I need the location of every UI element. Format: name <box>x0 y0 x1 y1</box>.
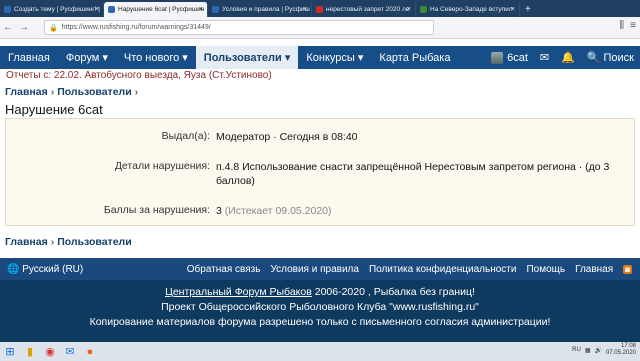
library-icon[interactable]: ⫼ <box>620 20 625 31</box>
address-bar[interactable]: 🔒 https://www.rusfishing.ru/forum/warnin… <box>44 20 434 35</box>
points-label: Баллы за нарушения: <box>103 204 210 216</box>
issued-by-label: Выдал(а): <box>161 130 210 142</box>
back-icon[interactable]: ← <box>0 22 16 33</box>
footer-link[interactable]: Обратная связь <box>187 264 261 275</box>
breadcrumb-home[interactable]: Главная <box>5 86 48 98</box>
url-text: https://www.rusfishing.ru/forum/warnings… <box>61 24 211 31</box>
browser-toolbar: ← → 🔒 https://www.rusfishing.ru/forum/wa… <box>0 17 640 39</box>
explorer-icon[interactable]: ▮ <box>20 343 40 360</box>
notice-banner[interactable]: Отчеты с: 22.02. Автобусного выезда, Яуз… <box>6 70 272 81</box>
footer-forum-link[interactable]: Центральный Форум Рыбаков <box>165 286 312 298</box>
notice-prefix: Отчеты с: <box>6 70 52 81</box>
violation-value: п.4.8 Использование снасти запрещённой Н… <box>216 161 610 187</box>
browser-tab[interactable]: Создать тему | Русфишинг! | × <box>0 2 104 17</box>
user-menu[interactable]: 6cat <box>485 46 534 69</box>
browser-tab-title: На Северо-Западе вступил <box>430 6 513 13</box>
violation-label: Детали нарушения: <box>114 160 210 172</box>
nav-item[interactable]: Что нового ▾ <box>116 46 196 69</box>
browser-tab-title: Нарушение 6cat | Русфишин <box>118 6 205 13</box>
favicon-icon <box>212 6 219 13</box>
close-tab-icon[interactable]: × <box>511 6 515 13</box>
browser-tab[interactable]: На Северо-Западе вступил × <box>416 2 520 17</box>
new-tab-button[interactable]: + <box>520 2 536 17</box>
clock-date: 07.05.2020 <box>605 350 636 356</box>
system-tray: RU ▦ 🔊 17:08 07.05.2020 <box>572 343 636 357</box>
site-navigation: Главная Форум ▾ Что нового ▾ Пользователи ▾… <box>0 46 640 69</box>
breadcrumb-separator: › <box>50 86 55 98</box>
input-language[interactable]: RU <box>572 347 581 353</box>
taskbar: ⊞ ▮ ◉ ✉ ● RU ▦ 🔊 17:08 07.05.2020 <box>0 342 640 361</box>
browser-tab[interactable]: нерестовый запрет 2020 ле × <box>312 2 416 17</box>
mail-icon[interactable]: ✉ <box>60 343 80 360</box>
footer-line-1-text: 2006-2020 , Рыбалка без границ! <box>311 286 475 298</box>
footer-link[interactable]: Помощь <box>526 264 565 275</box>
warning-details-panel: Выдал(а): Модератор · Сегодня в 08:40 Де… <box>5 118 635 226</box>
footer-body: Центральный Форум Рыбаков 2006-2020 , Ры… <box>0 280 640 342</box>
rss-icon[interactable]: ◙ <box>623 264 632 274</box>
breadcrumb: Главная › Пользователи › <box>5 86 141 98</box>
inbox-icon[interactable]: ✉ <box>534 46 555 69</box>
nav-item[interactable]: Конкурсы ▾ <box>298 46 371 69</box>
points-value: 3 <box>216 205 222 217</box>
close-tab-icon[interactable]: × <box>95 6 99 13</box>
nav-item[interactable]: Главная <box>0 46 58 69</box>
breadcrumb-separator: › <box>134 86 139 98</box>
breadcrumb-separator: › <box>50 236 55 248</box>
page-title: Нарушение 6cat <box>5 102 103 117</box>
footer-link[interactable]: Главная <box>575 264 613 275</box>
notice-text: 22.02. Автобусного выезда, Яуза (Ст.Усти… <box>51 70 272 81</box>
favicon-icon <box>108 6 115 13</box>
menu-icon[interactable]: ≡ <box>630 20 636 31</box>
nav-item[interactable]: Пользователи ▾ <box>195 46 299 69</box>
close-tab-icon[interactable]: × <box>199 6 203 13</box>
start-icon[interactable]: ⊞ <box>0 343 20 360</box>
breadcrumb-bottom: Главная › Пользователи <box>5 236 132 248</box>
browser-tab-bar: Создать тему | Русфишинг! | × Нарушение 6c… <box>0 0 640 17</box>
search-label: Поиск <box>603 51 634 64</box>
favicon-icon <box>316 6 323 13</box>
clock[interactable]: 17:08 07.05.2020 <box>606 343 636 357</box>
close-tab-icon[interactable]: × <box>407 6 411 13</box>
browser-tab-title: Условия и правила | Русфиш <box>222 6 310 13</box>
avatar <box>491 51 504 64</box>
footer-link[interactable]: Политика конфиденциальности <box>369 264 517 275</box>
browser-tab-title: нерестовый запрет 2020 ле <box>326 6 410 13</box>
search-button[interactable]: 🔍 Поиск <box>581 46 640 69</box>
chrome-icon[interactable]: ◉ <box>40 343 60 360</box>
points-expiry: (Истекает 09.05.2020) <box>224 205 332 217</box>
forward-icon[interactable]: → <box>16 22 32 33</box>
favicon-icon <box>4 6 11 13</box>
search-icon: 🔍 <box>586 52 601 64</box>
issued-by-value: Модератор · Сегодня в 08:40 <box>216 131 358 143</box>
username: 6cat <box>507 51 528 64</box>
footer-line-1: Центральный Форум Рыбаков 2006-2020 , Ры… <box>0 286 640 298</box>
footer-line-2: Проект Общероссийского Рыболовного Клуба… <box>161 301 479 313</box>
firefox-icon[interactable]: ● <box>80 343 100 360</box>
volume-icon[interactable]: 🔊 <box>594 347 601 354</box>
breadcrumb-users[interactable]: Пользователи <box>57 236 131 248</box>
footer-bar: 🌐 Русский (RU) Обратная связь Условия и п… <box>0 258 640 280</box>
nav-item[interactable]: Форум ▾ <box>58 46 116 69</box>
footer-line-3: Копирование материалов форума разрешено … <box>89 316 551 328</box>
breadcrumb-home[interactable]: Главная <box>5 236 48 248</box>
breadcrumb-users[interactable]: Пользователи <box>57 86 131 98</box>
browser-tab[interactable]: Условия и правила | Русфиш × <box>208 2 312 17</box>
browser-tab[interactable]: Нарушение 6cat | Русфишин × <box>104 2 208 17</box>
network-icon[interactable]: ▦ <box>585 347 591 354</box>
browser-tab-title: Создать тему | Русфишинг! | <box>14 6 100 13</box>
bell-icon[interactable]: 🔔 <box>555 46 581 69</box>
nav-item[interactable]: Карта Рыбака <box>371 46 458 69</box>
footer-link[interactable]: Условия и правила <box>270 264 358 275</box>
favicon-icon <box>420 6 427 13</box>
close-tab-icon[interactable]: × <box>303 6 307 13</box>
lock-icon: 🔒 <box>49 24 58 32</box>
points-value-wrap: 3 (Истекает 09.05.2020) <box>216 204 626 218</box>
clock-time: 17:08 <box>620 343 636 349</box>
footer-links: Обратная связь Условия и правила Политика … <box>187 258 632 280</box>
language-chooser[interactable]: 🌐 Русский (RU) <box>0 264 83 275</box>
